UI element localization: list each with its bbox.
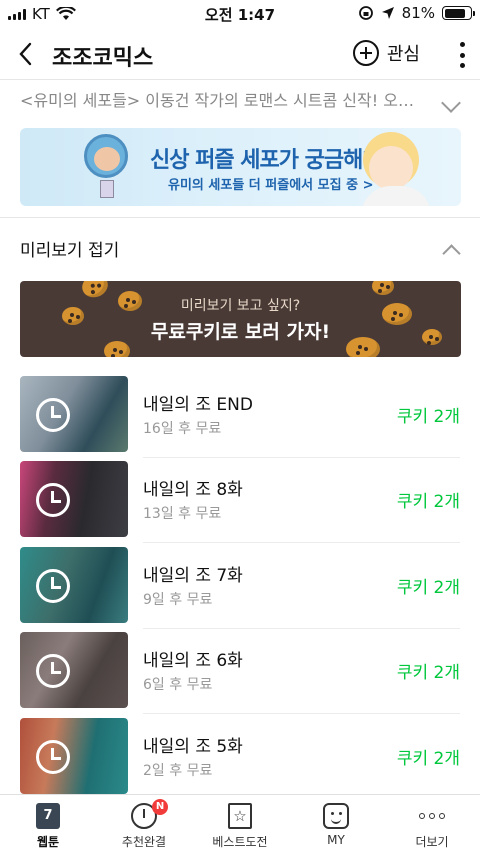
cookie-banner-small-text: 미리보기 보고 싶지? xyxy=(180,298,301,314)
tab-webtoon[interactable]: 7 웹툰 xyxy=(0,795,96,854)
more-icon xyxy=(419,813,445,819)
cookie-banner-big-text: 무료쿠키로 보러 가자! xyxy=(150,321,331,343)
section-divider xyxy=(0,217,480,218)
tab-more[interactable]: 더보기 xyxy=(384,795,480,854)
clock-icon xyxy=(36,483,70,517)
episode-row[interactable]: 내일의 조 7화 9일 후 무료 쿠키 2개 xyxy=(0,547,480,633)
cookie-price: 쿠키 2개 xyxy=(396,407,460,427)
free-countdown: 13일 후 무료 xyxy=(143,506,222,522)
promo-subtext: 유미의 세포들 더 퍼즐에서 모집 중 > xyxy=(168,178,374,193)
cookie-price: 쿠키 2개 xyxy=(396,663,460,683)
clock-icon xyxy=(36,398,70,432)
best-challenge-icon xyxy=(228,803,252,829)
follow-button[interactable]: 관심 xyxy=(352,40,420,66)
chevron-down-icon[interactable] xyxy=(441,93,461,113)
free-countdown: 9일 후 무료 xyxy=(143,592,213,608)
balloon-illustration xyxy=(84,134,128,178)
tab-label: MY xyxy=(327,833,345,847)
episode-row[interactable]: 내일의 조 8화 13일 후 무료 쿠키 2개 xyxy=(0,461,480,547)
new-badge: N xyxy=(152,799,168,815)
free-cookie-banner[interactable]: 미리보기 보고 싶지? 무료쿠키로 보러 가자! xyxy=(20,281,461,357)
more-options-icon[interactable] xyxy=(458,42,466,68)
page-title: 조조코믹스 xyxy=(52,46,154,71)
clock-icon xyxy=(36,740,70,774)
status-bar: KT 오전 1:47 81% xyxy=(0,0,480,28)
cookie-price: 쿠키 2개 xyxy=(396,492,460,512)
webtoon-calendar-icon: 7 xyxy=(36,803,60,829)
clock-icon xyxy=(36,654,70,688)
free-countdown: 16일 후 무료 xyxy=(143,421,222,437)
tab-best-challenge[interactable]: 베스트도전 xyxy=(192,795,288,854)
free-countdown: 6일 후 무료 xyxy=(143,677,213,693)
webtoon-description[interactable]: <유미의 세포들> 이동건 작가의 로맨스 시트콤 신작! 오… xyxy=(20,82,440,122)
tab-my[interactable]: MY xyxy=(288,795,384,854)
promo-banner[interactable]: 신상 퍼즐 세포가 궁금해? 유미의 세포들 더 퍼즐에서 모집 중 > xyxy=(20,128,461,206)
episode-row[interactable]: 내일의 조 5화 2일 후 무료 쿠키 2개 xyxy=(0,718,480,804)
cookie-price: 쿠키 2개 xyxy=(396,578,460,598)
episode-row[interactable]: 내일의 조 6화 6일 후 무료 쿠키 2개 xyxy=(0,632,480,718)
cookie-icon xyxy=(372,281,394,295)
plus-circle-icon xyxy=(352,40,379,66)
tab-completed[interactable]: N 추천완결 xyxy=(96,795,192,854)
my-icon xyxy=(323,803,349,829)
tab-label: 추천완결 xyxy=(121,835,167,849)
episode-title: 내일의 조 7화 xyxy=(143,566,243,586)
episode-row[interactable]: 내일의 조 END 16일 후 무료 쿠키 2개 xyxy=(0,376,480,462)
tab-label: 베스트도전 xyxy=(212,835,268,849)
promo-headline: 신상 퍼즐 세포가 궁금해? xyxy=(150,148,375,173)
tab-label: 더보기 xyxy=(415,835,449,849)
free-countdown: 2일 후 무료 xyxy=(143,763,213,779)
episode-title: 내일의 조 5화 xyxy=(143,737,243,757)
battery-percent: 81% xyxy=(401,4,435,22)
tab-label: 웹툰 xyxy=(36,835,60,849)
location-icon xyxy=(381,7,394,19)
top-app-bar: 조조코믹스 관심 xyxy=(0,28,480,80)
back-arrow-icon[interactable] xyxy=(14,40,40,68)
clock-icon xyxy=(36,569,70,603)
cookie-price: 쿠키 2개 xyxy=(396,749,460,769)
chevron-up-icon[interactable] xyxy=(442,244,461,263)
follow-label: 관심 xyxy=(386,44,420,65)
episode-title: 내일의 조 8화 xyxy=(143,480,243,500)
preview-toggle-label[interactable]: 미리보기 접기 xyxy=(20,236,119,261)
battery-icon xyxy=(442,6,475,20)
rotation-lock-icon xyxy=(358,6,373,20)
episode-title: 내일의 조 6화 xyxy=(143,651,243,671)
bottom-tab-bar: 7 웹툰 N 추천완결 베스트도전 MY 더보기 xyxy=(0,794,480,854)
episode-title: 내일의 조 END xyxy=(143,395,253,415)
